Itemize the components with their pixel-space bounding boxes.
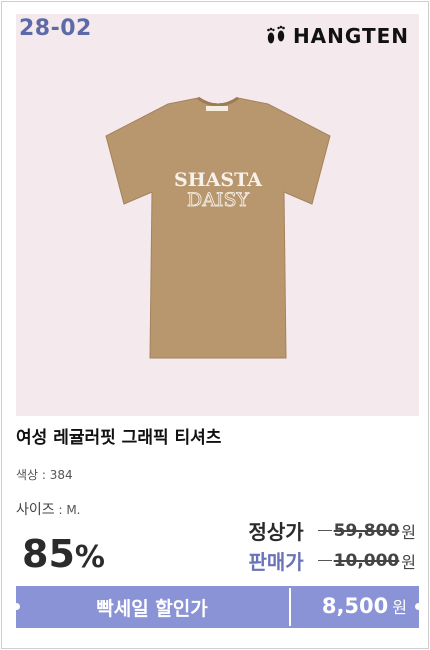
size-label: 사이즈 (16, 502, 55, 518)
color-info: 색상 : 384 (16, 466, 73, 483)
price-dash (317, 530, 332, 531)
shirt-print-top: SHASTA (174, 169, 262, 191)
currency-unit: 원 (401, 552, 416, 572)
product-image-area[interactable]: 28-02 HANGTEN SHASTA DAISY (16, 14, 419, 416)
regular-price-value: 59,800 (333, 520, 400, 541)
size-info: 사이즈 : M. (16, 499, 81, 519)
color-label: 색상 (16, 468, 39, 482)
bar-notch-left (13, 603, 20, 610)
footprints-icon (267, 25, 285, 44)
promo-price-value: 8,500 (321, 594, 389, 618)
discount-rate: 85% (22, 532, 105, 576)
product-code: 28-02 (19, 16, 92, 41)
brand-logo: HANGTEN (264, 24, 409, 48)
regular-price-row: 정상가 59,800 원 (248, 516, 416, 545)
promo-price-bar[interactable]: 빡세일 할인가 8,500 원 (13, 586, 422, 628)
sale-price-value: 10,000 (333, 550, 400, 571)
promo-label: 빡세일 할인가 (96, 597, 208, 620)
size-value: : M. (58, 503, 81, 517)
sale-price-label: 판매가 (248, 550, 304, 574)
price-dash (317, 560, 332, 561)
tshirt-image: SHASTA DAISY (105, 96, 331, 359)
product-card[interactable]: 28-02 HANGTEN SHASTA DAISY 여성 레귤러핏 그래픽 티… (1, 1, 429, 649)
currency-unit: 원 (401, 522, 416, 542)
discount-number: 85 (22, 532, 75, 576)
regular-price-label: 정상가 (248, 520, 304, 544)
brand-name: HANGTEN (292, 24, 409, 48)
sale-price-row: 판매가 10,000 원 (248, 546, 416, 575)
discount-symbol: % (74, 540, 105, 575)
promo-price: 8,500 원 (322, 594, 407, 618)
promo-currency-unit: 원 (392, 598, 407, 617)
promo-divider (289, 588, 291, 626)
bar-notch-right (415, 603, 422, 610)
product-title[interactable]: 여성 레귤러핏 그래픽 티셔츠 (16, 423, 221, 448)
shirt-print-bottom: DAISY (187, 189, 249, 211)
color-value: : 384 (41, 468, 73, 482)
